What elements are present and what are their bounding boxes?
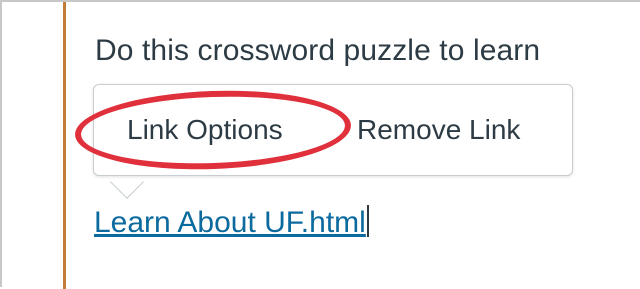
link-options-button[interactable]: Link Options (127, 114, 283, 146)
editor-link[interactable]: Learn About UF.html (94, 205, 369, 240)
intro-paragraph[interactable]: Do this crossword puzzle to learn (95, 34, 540, 68)
editor-accent-bar (63, 2, 66, 289)
editor-frame: Do this crossword puzzle to learn Link O… (0, 0, 640, 289)
remove-link-button[interactable]: Remove Link (357, 114, 520, 146)
text-cursor (366, 205, 369, 237)
link-label[interactable]: Learn About UF.html (94, 206, 366, 239)
